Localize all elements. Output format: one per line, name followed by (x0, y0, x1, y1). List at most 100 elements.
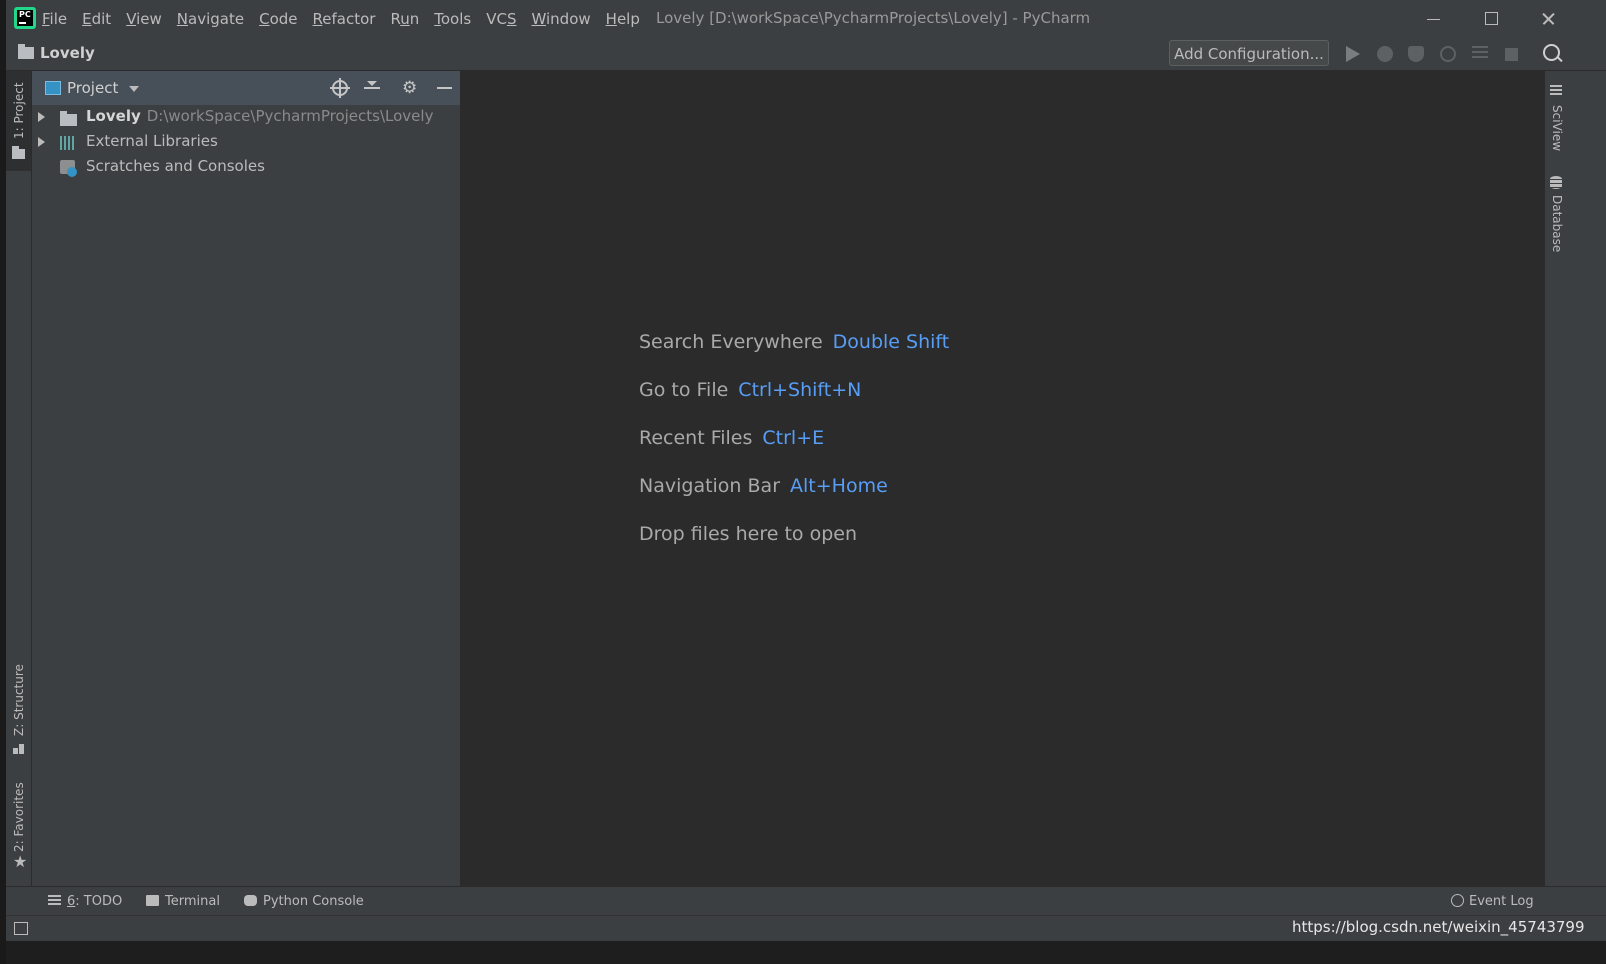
menu-window[interactable]: Window (531, 10, 590, 28)
breadcrumb-project[interactable]: Lovely (40, 44, 95, 62)
menu-edit[interactable]: Edit (82, 10, 111, 28)
locate-file-icon[interactable] (330, 78, 350, 98)
menu-edit-post: dit (91, 10, 112, 28)
project-view-icon (45, 81, 61, 95)
menu-refactor-post: efactor (322, 10, 376, 28)
window-title: Lovely [D:\workSpace\PycharmProjects\Lov… (656, 9, 1091, 27)
debug-icon[interactable] (1377, 46, 1393, 62)
todo-label: : TODO (75, 894, 123, 909)
run-with-coverage-icon[interactable] (1408, 46, 1424, 62)
tool-label-project[interactable]: 1: Project (12, 82, 26, 139)
project-root-path: D:\workSpace\PycharmProjects\Lovely (146, 107, 434, 125)
menu-navigate-post: avigate (188, 10, 245, 28)
menu-run-post: n (409, 10, 420, 28)
editor-empty-hints: Search Everywhere Double Shift Go to File… (639, 331, 949, 571)
project-view-selector[interactable]: Project (67, 79, 118, 97)
expand-arrow-icon[interactable] (38, 137, 45, 147)
menu-window-mnemonic: W (531, 10, 546, 28)
profile-icon[interactable] (1440, 46, 1456, 62)
event-log-tool-button[interactable]: Event Log (1451, 894, 1534, 909)
concurrency-diagram-icon[interactable] (1472, 46, 1488, 62)
menu-bar: File Edit View Navigate Code Refactor Ru… (42, 0, 655, 38)
python-console-tool-button[interactable]: Python Console (244, 894, 364, 909)
run-icon[interactable] (1346, 46, 1360, 62)
database-icon (1550, 176, 1562, 189)
sciview-icon (1550, 85, 1562, 97)
menu-navigate[interactable]: Navigate (177, 10, 244, 28)
hint-shortcut[interactable]: Ctrl+Shift+N (738, 379, 861, 401)
hint-label: Go to File (639, 379, 729, 401)
chevron-down-icon[interactable] (129, 86, 139, 92)
hint-label: Search Everywhere (639, 331, 823, 353)
search-icon[interactable] (1543, 44, 1560, 61)
todo-tool-button[interactable]: 6: TODO (48, 894, 122, 909)
folder-icon (60, 111, 77, 126)
tree-item-external-libraries[interactable]: External Libraries (32, 130, 460, 155)
hint-navigation-bar: Navigation Bar Alt+Home (639, 475, 949, 523)
menu-code[interactable]: Code (259, 10, 297, 28)
editor-area[interactable]: Search Everywhere Double Shift Go to File… (461, 71, 1544, 886)
hint-label: Drop files here to open (639, 523, 858, 545)
navigation-bar: Lovely Add Configuration... (6, 38, 1606, 71)
tree-item-scratches[interactable]: Scratches and Consoles (32, 155, 460, 180)
hint-go-to-file: Go to File Ctrl+Shift+N (639, 379, 949, 427)
hint-shortcut[interactable]: Alt+Home (790, 475, 888, 497)
menu-run[interactable]: Run (390, 10, 419, 28)
add-configuration-button[interactable]: Add Configuration... (1169, 40, 1329, 66)
library-icon (60, 136, 76, 150)
tree-item-label: Lovely D:\workSpace\PycharmProjects\Lovel… (86, 107, 433, 125)
python-console-label: Python Console (263, 894, 364, 909)
menu-tools[interactable]: Tools (434, 10, 471, 28)
tool-label-database[interactable]: Database (1550, 195, 1564, 252)
hint-shortcut[interactable]: Double Shift (833, 331, 950, 353)
project-root-name: Lovely (86, 107, 141, 125)
right-tool-stripe: SciView Database (1544, 71, 1567, 886)
menu-run-pre: R (390, 10, 401, 28)
event-log-icon (1451, 894, 1464, 907)
tool-label-favorites[interactable]: 2: Favorites (12, 782, 26, 852)
folder-icon (18, 44, 34, 59)
hint-search-everywhere: Search Everywhere Double Shift (639, 331, 949, 379)
stop-icon[interactable] (1505, 48, 1518, 61)
menu-navigate-mnemonic: N (176, 10, 189, 28)
project-panel-header: Project ⚙ (32, 71, 460, 105)
event-log-label: Event Log (1469, 894, 1534, 909)
hint-recent-files: Recent Files Ctrl+E (639, 427, 949, 475)
menu-window-post: indow (546, 10, 591, 28)
star-icon: ★ (13, 852, 28, 871)
tool-label-sciview[interactable]: SciView (1550, 105, 1564, 151)
python-icon (244, 895, 257, 906)
pycharm-window: PC File Edit View Navigate Code Refactor… (6, 0, 1606, 964)
expand-arrow-icon[interactable] (38, 112, 45, 122)
logo-mark: PC (17, 10, 33, 26)
toggle-tool-windows-icon[interactable] (14, 922, 28, 935)
menu-vcs-mnemonic: S (506, 10, 517, 28)
menu-vcs[interactable]: VCS (486, 10, 516, 28)
hide-panel-icon[interactable] (437, 80, 453, 96)
menu-help[interactable]: Help (606, 10, 640, 28)
menu-code-post: ode (269, 10, 298, 28)
tree-item-project-root[interactable]: Lovely D:\workSpace\PycharmProjects\Lovel… (32, 105, 460, 130)
minimize-button[interactable] (1416, 6, 1450, 32)
hint-shortcut[interactable]: Ctrl+E (762, 427, 824, 449)
tool-label-structure[interactable]: Z: Structure (12, 664, 26, 736)
close-window-button[interactable] (1531, 6, 1565, 32)
menu-file[interactable]: File (42, 10, 67, 28)
menu-view-post: iew (136, 10, 162, 28)
menu-refactor[interactable]: Refactor (313, 10, 376, 28)
menu-vcs-pre: VC (486, 10, 507, 28)
terminal-tool-button[interactable]: Terminal (146, 894, 220, 909)
maximize-button[interactable] (1474, 6, 1508, 32)
menu-run-mnemonic: u (400, 10, 410, 28)
gear-icon[interactable]: ⚙ (402, 80, 418, 97)
project-tool-window: Project ⚙ Lovely D:\workSpace\PycharmProj… (32, 71, 461, 886)
menu-file-mnemonic: F (42, 10, 50, 28)
status-bar: https://blog.csdn.net/weixin_45743799 (6, 915, 1606, 942)
menu-view[interactable]: View (126, 10, 162, 28)
menu-help-post: elp (616, 10, 640, 28)
menu-tools-mnemonic: T (434, 10, 441, 28)
title-bar: PC File Edit View Navigate Code Refactor… (6, 0, 1606, 38)
collapse-all-icon[interactable] (364, 80, 380, 96)
hint-drop-files: Drop files here to open (639, 523, 949, 571)
menu-refactor-mnemonic: R (312, 10, 323, 28)
